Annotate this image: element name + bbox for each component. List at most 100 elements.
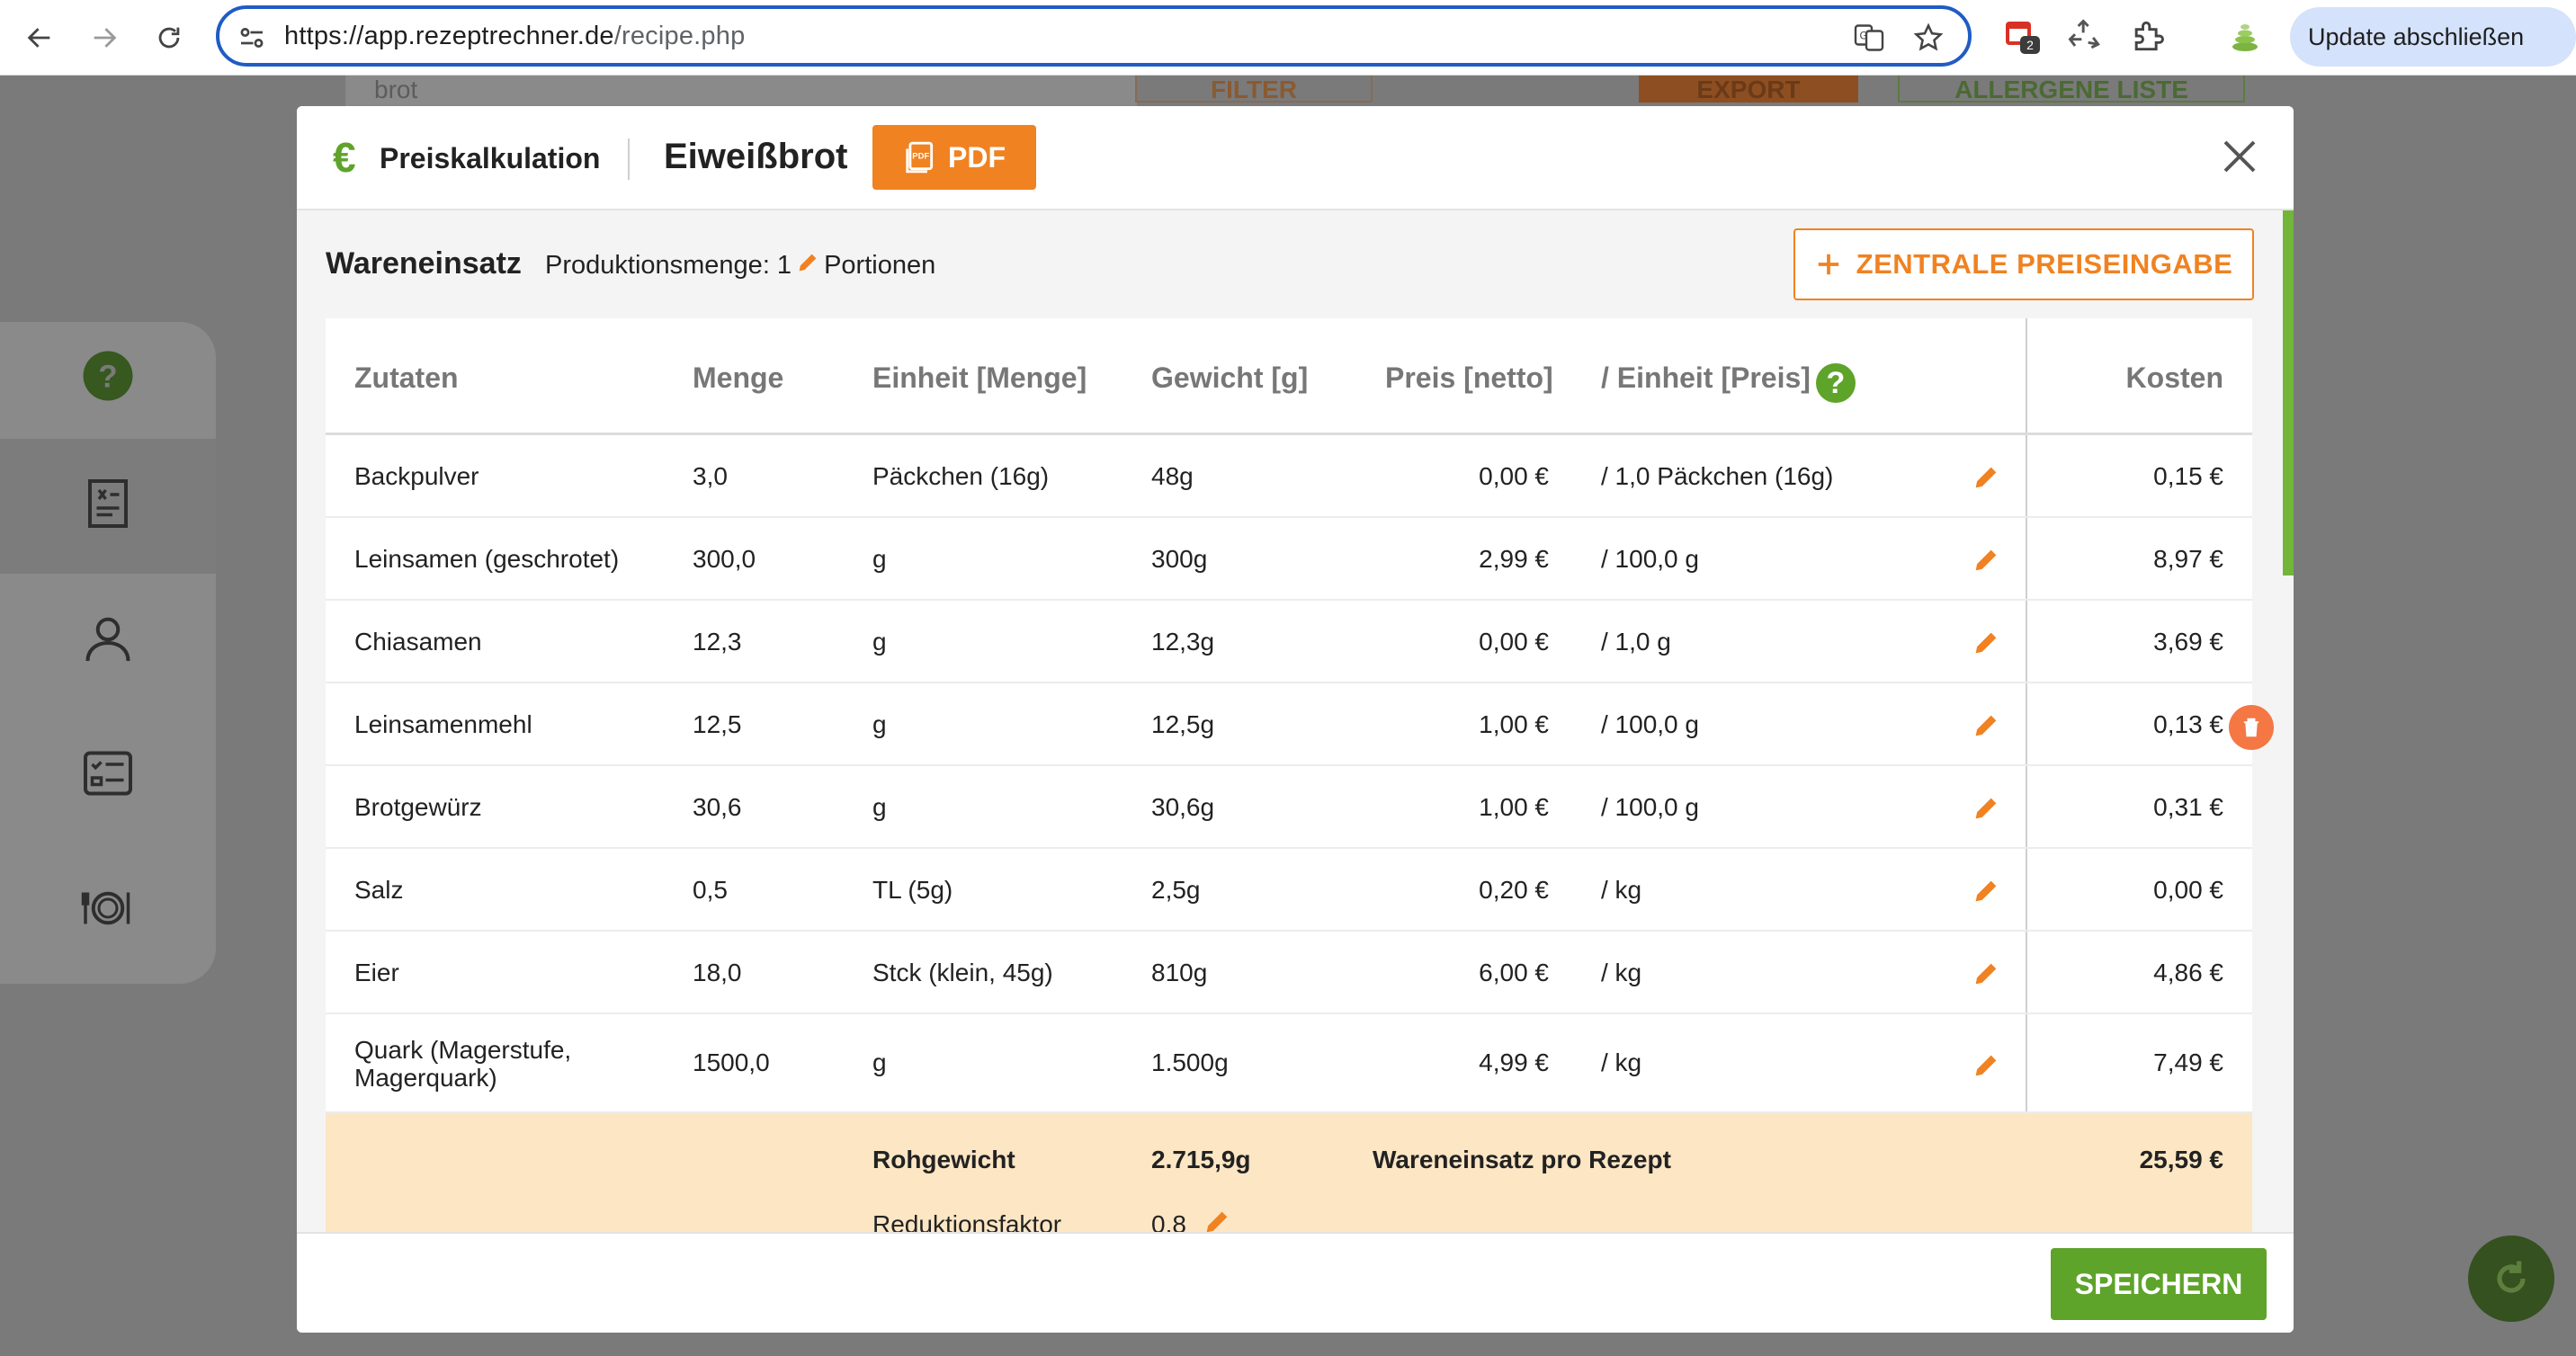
raw-weight-value: 2.715,9g [1151, 1146, 1251, 1173]
pdf-button[interactable]: PDF PDF [872, 125, 1036, 190]
col-price: Preis [netto] [1385, 361, 1553, 394]
edit-pencil-icon[interactable] [1971, 959, 2001, 989]
cell-unit: g [872, 545, 887, 573]
cell-ingredient: Eier [354, 959, 399, 986]
bookmark-star-icon[interactable] [1912, 22, 1945, 54]
table-row: Brotgewürz 30,6 g 30,6g 1,00 € / 100,0 g… [326, 766, 2252, 849]
bg-export-label: EXPORT [1696, 76, 1801, 103]
table-row: Chiasamen 12,3 g 12,3g 0,00 € / 1,0 g 3,… [326, 601, 2252, 683]
address-bar[interactable]: https://app.rezeptrechner.de/recipe.php … [216, 5, 1972, 67]
cell-amount: 12,5 [693, 710, 742, 738]
cell-price: 0,00 € [1479, 462, 1549, 490]
help-icon: ? [83, 351, 133, 401]
cell-price: 2,99 € [1479, 545, 1549, 573]
cell-unit: g [872, 628, 887, 656]
update-label: Update abschließen [2308, 22, 2525, 50]
cell-amount: 1500,0 [693, 1048, 770, 1076]
cell-unit: g [872, 710, 887, 738]
user-icon [85, 617, 130, 662]
table-row: Leinsamen (geschrotet) 300,0 g 300g 2,99… [326, 518, 2252, 601]
edit-pencil-icon[interactable] [1971, 793, 2001, 824]
back-icon[interactable] [14, 13, 65, 63]
cell-amount: 3,0 [693, 462, 728, 490]
save-label: SPEICHERN [2074, 1267, 2243, 1300]
edit-pencil-icon[interactable] [1971, 545, 2001, 575]
cell-cost: 0,31 € [2153, 793, 2223, 821]
section-title: Wareneinsatz [326, 246, 522, 281]
bg-export-button: EXPORT [1639, 76, 1858, 103]
raw-weight-label: Rohgewicht [872, 1146, 1015, 1173]
cell-ingredient: Leinsamen (geschrotet) [354, 545, 620, 573]
plus-icon [1818, 254, 1838, 275]
recipe-name: Eiweißbrot [664, 137, 848, 176]
calendar-extension-icon[interactable]: 2 [2002, 16, 2042, 56]
cell-amount: 0,5 [693, 876, 728, 904]
edit-pencil-icon[interactable] [1971, 462, 2001, 493]
cell-cost: 8,97 € [2153, 545, 2223, 573]
table-row: Backpulver 3,0 Päckchen (16g) 48g 0,00 €… [326, 435, 2252, 518]
edit-pencil-icon[interactable] [1971, 710, 2001, 741]
table-row: Eier 18,0 Stck (klein, 45g) 810g 6,00 € … [326, 932, 2252, 1014]
delete-row-button[interactable] [2229, 705, 2274, 750]
reload-icon[interactable] [144, 13, 194, 63]
cell-cost: 4,86 € [2153, 959, 2223, 986]
cell-price-unit: / 1,0 g [1601, 628, 1671, 656]
help-icon[interactable]: ? [1815, 363, 1856, 403]
col-cost: Kosten [2125, 361, 2223, 394]
table-row: Quark (Magerstufe, Magerquark) 1500,0 g … [326, 1014, 2252, 1113]
col-unit-price-label: / Einheit [Preis] [1601, 361, 1811, 394]
edit-pencil-icon[interactable] [1971, 1050, 2001, 1081]
cell-price-unit: / 1,0 Päckchen (16g) [1601, 462, 1834, 490]
svg-text:2: 2 [2026, 38, 2034, 52]
cell-unit: g [872, 793, 887, 821]
cell-price-unit: / kg [1601, 1048, 1642, 1076]
cell-amount: 18,0 [693, 959, 742, 986]
col-unit-amount: Einheit [Menge] [872, 361, 1087, 394]
close-icon[interactable] [2218, 135, 2261, 178]
scrollbar-thumb[interactable] [2283, 210, 2294, 575]
cell-weight: 1.500g [1151, 1048, 1229, 1076]
cell-price-unit: / 100,0 g [1601, 793, 1699, 821]
table-header: Zutaten Menge Einheit [Menge] Gewicht [g… [326, 318, 2252, 435]
modal-footer [297, 1232, 2294, 1333]
table-row: Salz 0,5 TL (5g) 2,5g 0,20 € / kg 0,00 € [326, 849, 2252, 932]
cell-unit: Päckchen (16g) [872, 462, 1050, 490]
forward-icon[interactable] [79, 13, 130, 63]
translate-icon[interactable]: G [1853, 22, 1885, 54]
cell-weight: 2,5g [1151, 876, 1201, 904]
cell-amount: 12,3 [693, 628, 742, 656]
edit-production-icon[interactable] [795, 250, 820, 275]
table-row: Leinsamenmehl 12,5 g 12,5g 1,00 € / 100,… [326, 683, 2252, 766]
col-weight: Gewicht [g] [1151, 361, 1309, 394]
central-price-input-button[interactable]: ZENTRALE PREISEINGABE [1793, 228, 2254, 300]
edit-pencil-icon[interactable] [1971, 628, 2001, 658]
modal-header: € Preiskalkulation Eiweißbrot PDF PDF [297, 106, 2294, 210]
cell-price-unit: / kg [1601, 876, 1642, 904]
site-settings-icon[interactable] [236, 22, 268, 54]
edit-pencil-icon[interactable] [1971, 876, 2001, 906]
checklist-icon [84, 751, 132, 796]
recipe-icon [88, 479, 128, 528]
cell-cost: 3,69 € [2153, 628, 2223, 656]
refresh-icon [2497, 1261, 2526, 1293]
cell-ingredient: Leinsamenmehl [354, 710, 532, 738]
recycle-extension-icon[interactable] [2065, 16, 2105, 56]
cell-ingredient: Backpulver [354, 462, 479, 490]
profile-avatar-icon[interactable] [2225, 16, 2265, 56]
bg-search-value: brot [374, 76, 418, 103]
col-ingredient: Zutaten [354, 361, 459, 394]
cell-weight: 48g [1151, 462, 1194, 490]
central-price-label: ZENTRALE PREISEINGABE [1856, 248, 2233, 280]
save-button[interactable]: SPEICHERN [2051, 1248, 2267, 1320]
col-unit-price: / Einheit [Preis]? [1601, 361, 1856, 403]
production-quantity: Produktionsmenge: 1 Portionen [545, 250, 935, 281]
cell-price: 1,00 € [1479, 793, 1549, 821]
extensions-puzzle-icon[interactable] [2128, 16, 2168, 56]
plate-cutlery-icon [81, 891, 130, 925]
cell-ingredient: Chiasamen [354, 628, 482, 656]
update-button[interactable]: Update abschließen [2290, 7, 2576, 67]
svg-text:PDF: PDF [912, 152, 929, 162]
pdf-label: PDF [948, 140, 1006, 174]
cell-price: 4,99 € [1479, 1048, 1549, 1076]
cell-cost: 0,13 € [2153, 710, 2223, 738]
